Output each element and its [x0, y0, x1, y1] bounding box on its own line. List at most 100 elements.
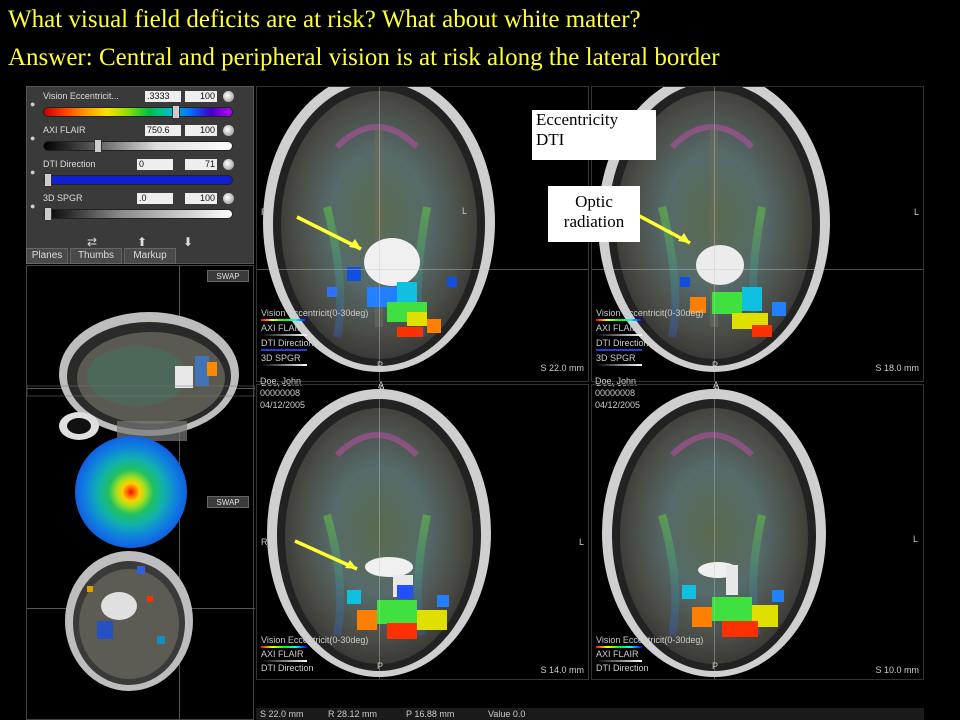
- layer-max-field[interactable]: 71: [185, 159, 217, 170]
- legend-flair: AXI FLAIR: [596, 323, 639, 333]
- legend-eccentricity-swatch: [596, 319, 642, 321]
- annotation-line: Eccentricity: [536, 110, 619, 129]
- orientation-label-right: R: [261, 207, 268, 217]
- legend-dti: DTI Direction: [261, 663, 314, 673]
- axial-view-3[interactable]: A Doe, John R L Vision Eccentricit(0-30d…: [256, 384, 589, 680]
- optic-radiation-annotation: Optic radiation: [548, 186, 640, 242]
- slider-thumb[interactable]: [44, 207, 52, 221]
- pin-icon[interactable]: ●: [30, 201, 38, 211]
- legend-flair-swatch: [261, 660, 307, 662]
- legend-dti-swatch: [261, 349, 307, 351]
- view-tabs: Planes Thumbs Markup: [26, 248, 254, 264]
- legend-dti: DTI Direction: [596, 338, 649, 348]
- question-text: What visual field deficits are at risk? …: [8, 6, 641, 33]
- legend-eccentricity-swatch: [261, 646, 307, 648]
- eccentricity-dti-annotation: Eccentricity DTI: [532, 110, 656, 160]
- patient-name: Doe, John: [260, 376, 302, 386]
- layer-row-dti-direction: DTI Direction 0 71: [41, 157, 253, 193]
- layer-row-vision-eccentricity: Vision Eccentricit... .3333 100: [41, 89, 253, 125]
- flair-grayscale-bar[interactable]: [43, 139, 233, 153]
- layer-value-field[interactable]: .0: [137, 193, 173, 204]
- pin-icon[interactable]: ●: [30, 99, 38, 109]
- tab-thumbs[interactable]: Thumbs: [70, 248, 122, 264]
- legend-flair-swatch: [261, 334, 307, 336]
- patient-id: 00000008: [595, 388, 636, 398]
- legend-eccentricity: Vision Eccentricit(0-30deg): [261, 635, 369, 645]
- move-down-icon[interactable]: ⬇: [179, 235, 197, 249]
- legend-eccentricity: Vision Eccentricit(0-30deg): [596, 308, 704, 318]
- legend-dti-swatch: [596, 349, 642, 351]
- move-up-icon[interactable]: ⬆: [133, 235, 151, 249]
- layer-visibility-knob-icon[interactable]: [223, 125, 234, 136]
- orientation-label-right: R: [261, 537, 268, 547]
- orientation-label-anterior: A: [378, 380, 385, 390]
- annotation-line: DTI: [536, 130, 565, 149]
- status-r: R 28.12 mm: [328, 709, 378, 719]
- orientation-label-posterior: P: [377, 661, 384, 671]
- legend-flair: AXI FLAIR: [596, 649, 639, 659]
- eccentricity-color-wheel: [75, 436, 187, 548]
- legend-spgr: 3D SPGR: [596, 353, 636, 363]
- layer-max-field[interactable]: 100: [185, 91, 217, 102]
- axial-view-4[interactable]: A Doe, John Vision Eccentricit(0-30deg) …: [591, 384, 924, 680]
- orientation-label-left: L: [913, 207, 919, 217]
- layer-max-field[interactable]: 100: [185, 125, 217, 136]
- crosshair-vertical: [714, 385, 715, 679]
- study-date: 04/12/2005: [260, 400, 306, 410]
- study-date: 04/12/2005: [595, 400, 641, 410]
- status-p: P 16.88 mm: [406, 709, 455, 719]
- layer-value-field[interactable]: 750.6: [145, 125, 181, 136]
- orientation-label-left: L: [578, 537, 584, 547]
- orientation-label-anterior: A: [713, 380, 720, 390]
- crosshair-horizontal: [257, 269, 588, 270]
- coronal-brain-image: [65, 551, 193, 691]
- orientation-label-posterior: P: [712, 360, 719, 370]
- layer-visibility-knob-icon[interactable]: [223, 91, 234, 102]
- status-bar: S 22.0 mm R 28.12 mm P 16.88 mm Value 0.…: [256, 708, 924, 720]
- layer-value-field[interactable]: 0: [137, 159, 173, 170]
- legend-dti: DTI Direction: [596, 663, 649, 673]
- legend-eccentricity-swatch: [261, 319, 307, 321]
- slider-thumb[interactable]: [172, 105, 180, 119]
- slice-position: S 14.0 mm: [540, 665, 584, 675]
- layer-control-panel: ● Vision Eccentricit... .3333 100 ● AXI …: [26, 86, 254, 264]
- layer-value-field[interactable]: .3333: [145, 91, 181, 102]
- patient-id: 00000008: [260, 388, 301, 398]
- annotation-line: Optic: [575, 192, 613, 211]
- patient-name: Doe, John: [595, 376, 637, 386]
- layer-name: 3D SPGR: [43, 193, 83, 203]
- layer-max-field[interactable]: 100: [185, 193, 217, 204]
- answer-text: Answer: Central and peripheral vision is…: [8, 44, 720, 71]
- orientation-label-posterior: P: [712, 661, 719, 671]
- legend-eccentricity: Vision Eccentricit(0-30deg): [596, 635, 704, 645]
- spgr-grayscale-bar[interactable]: [43, 207, 233, 221]
- layer-name: AXI FLAIR: [43, 125, 86, 135]
- tab-markup[interactable]: Markup: [124, 248, 176, 264]
- legend-flair: AXI FLAIR: [261, 649, 304, 659]
- orientation-label-left: L: [912, 534, 918, 544]
- slice-position: S 18.0 mm: [875, 363, 919, 373]
- axial-views-grid: R Vision Eccentricit(0-30deg) AXI FLAIR …: [256, 86, 924, 720]
- annotation-line: radiation: [563, 212, 625, 231]
- pin-icon[interactable]: ●: [30, 133, 38, 143]
- tab-planes[interactable]: Planes: [26, 248, 68, 264]
- layer-visibility-knob-icon[interactable]: [223, 159, 234, 170]
- crosshair-horizontal: [592, 269, 923, 270]
- slice-position: S 22.0 mm: [540, 363, 584, 373]
- sagittal-coronal-images: [27, 312, 255, 691]
- legend-flair: AXI FLAIR: [261, 323, 304, 333]
- sagittal-brain-image: [27, 312, 255, 441]
- slice-position: S 10.0 mm: [875, 665, 919, 675]
- layer-visibility-knob-icon[interactable]: [223, 193, 234, 204]
- slider-thumb[interactable]: [94, 139, 102, 153]
- slider-thumb[interactable]: [44, 173, 52, 187]
- swap-arrows-icon[interactable]: ⇄: [83, 235, 101, 249]
- legend-eccentricity-swatch: [596, 646, 642, 648]
- pin-icon[interactable]: ●: [30, 167, 38, 177]
- crosshair-vertical: [379, 385, 380, 679]
- dti-colorbar[interactable]: [43, 173, 233, 187]
- crosshair-vertical: [379, 87, 380, 381]
- legend-eccentricity: Vision Eccentricit(0-30deg): [261, 308, 369, 318]
- status-s: S 22.0 mm: [260, 709, 304, 719]
- eccentricity-colorbar[interactable]: [43, 105, 233, 119]
